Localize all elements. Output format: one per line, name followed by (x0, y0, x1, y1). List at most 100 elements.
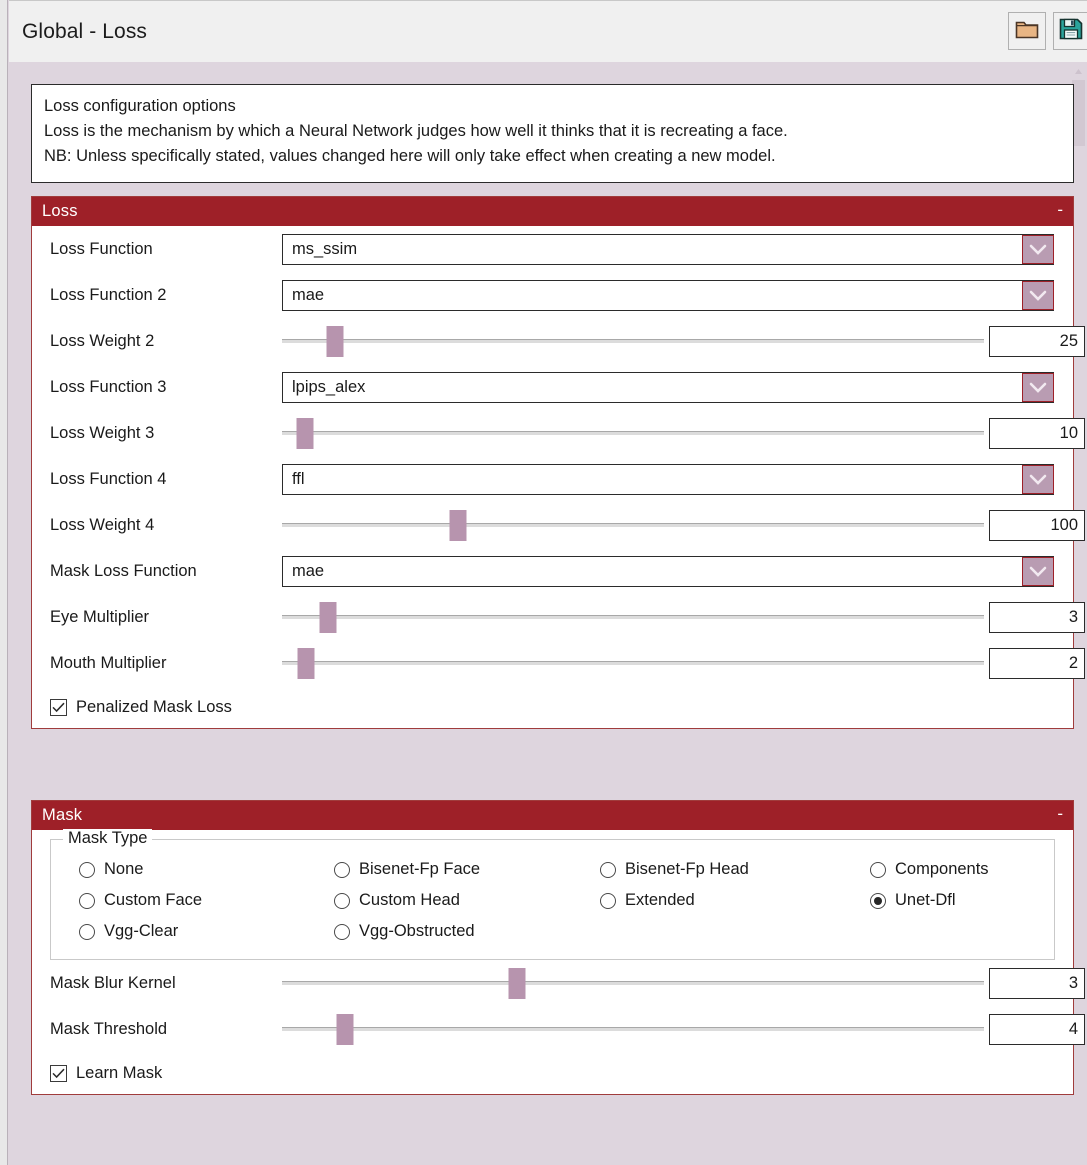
mask-group-title: Mask (42, 806, 83, 824)
window-left-rail (0, 0, 8, 1165)
checkbox-penalized-mask-loss[interactable] (50, 698, 67, 716)
control-row: Loss Weight 4 100 (32, 502, 1085, 548)
radio-none[interactable]: None (79, 854, 334, 885)
chevron-down-icon[interactable] (1022, 464, 1054, 494)
checkbox-row[interactable]: Learn Mask (32, 1052, 1073, 1094)
radio-unet-dfl[interactable]: Unet-Dfl (870, 885, 1054, 916)
dropdown-value: ffl (292, 469, 305, 488)
slider-thumb[interactable] (326, 326, 344, 357)
dropdown-loss-function-3[interactable]: lpips_alex (282, 371, 1054, 403)
radio-bisenet-fp-face[interactable]: Bisenet-Fp Face (334, 854, 600, 885)
radio-mark[interactable] (79, 892, 95, 909)
chevron-down-icon[interactable] (1022, 234, 1054, 264)
radio-mark[interactable] (334, 892, 350, 909)
radio-mark[interactable] (79, 923, 95, 940)
control-row: Mouth Multiplier 2 (32, 640, 1085, 686)
slider-thumb[interactable] (297, 648, 315, 679)
radio-vgg-clear[interactable]: Vgg-Clear (79, 916, 334, 947)
slider-thumb[interactable] (296, 418, 314, 449)
radio-label: Bisenet-Fp Face (359, 860, 481, 878)
dropdown-value: lpips_alex (292, 377, 366, 396)
radio-components[interactable]: Components (870, 854, 1054, 885)
dropdown-loss-function-2[interactable]: mae (282, 279, 1054, 311)
open-folder-button[interactable] (1008, 12, 1046, 50)
slider-track (282, 981, 984, 985)
radio-extended[interactable]: Extended (600, 885, 870, 916)
radio-mark[interactable] (334, 923, 350, 940)
control-row: Loss Function 2 mae (32, 272, 1073, 318)
slider-loss-weight-2[interactable] (282, 318, 984, 364)
chevron-down-icon[interactable] (1022, 372, 1054, 402)
save-button[interactable] (1053, 12, 1087, 50)
loss-collapse-toggle[interactable]: - (1057, 201, 1063, 219)
checkbox-label: Penalized Mask Loss (76, 697, 232, 716)
radio-custom-head[interactable]: Custom Head (334, 885, 600, 916)
slider-eye-multiplier[interactable] (282, 594, 984, 640)
dropdown-mask-loss-function[interactable]: mae (282, 555, 1054, 587)
chevron-down-icon[interactable] (1022, 280, 1054, 310)
mask-type-legend: Mask Type (63, 829, 153, 848)
slider-loss-weight-3[interactable] (282, 410, 984, 456)
checkbox-row[interactable]: Penalized Mask Loss (32, 686, 1073, 728)
info-line-2: Loss is the mechanism by which a Neural … (44, 122, 788, 140)
mask-group-header[interactable]: Mask - (32, 801, 1073, 830)
save-floppy-icon (1059, 18, 1083, 45)
value-input[interactable]: 3 (989, 967, 1085, 999)
window-frame: Global - Loss Loss configuration options… (0, 0, 1087, 1165)
mask-group-body: Mask Type None Bisenet-Fp Face Bisenet-Fp … (32, 829, 1085, 1094)
slider-loss-weight-4[interactable] (282, 502, 984, 548)
loss-group-header[interactable]: Loss - (32, 197, 1073, 226)
scroll-up-arrow-icon[interactable] (1072, 65, 1085, 78)
value-input[interactable]: 25 (989, 325, 1085, 357)
dropdown-loss-function[interactable]: ms_ssim (282, 233, 1054, 265)
value-input[interactable]: 2 (989, 647, 1085, 679)
control-label: Mouth Multiplier (50, 653, 167, 672)
value-input[interactable]: 100 (989, 509, 1085, 541)
slider-track (282, 339, 984, 343)
slider-track (282, 661, 984, 665)
dropdown-value: mae (292, 285, 325, 304)
radio-vgg-obstructed[interactable]: Vgg-Obstructed (334, 916, 600, 947)
control-label: Mask Blur Kernel (50, 973, 176, 992)
radio-mark[interactable] (600, 861, 616, 878)
radio-mark[interactable] (334, 861, 350, 878)
control-label: Loss Weight 2 (50, 331, 155, 350)
control-row: Loss Weight 3 10 (32, 410, 1085, 456)
slider-thumb[interactable] (319, 602, 337, 633)
titlebar: Global - Loss (9, 0, 1087, 62)
slider-mouth-multiplier[interactable] (282, 640, 984, 686)
chevron-down-icon[interactable] (1022, 556, 1054, 586)
radio-label: Custom Face (104, 891, 203, 909)
loss-group-title: Loss (42, 202, 78, 220)
control-row: Loss Function 4 ffl (32, 456, 1073, 502)
radio-label: Components (895, 860, 989, 878)
mask-type-radio-group: None Bisenet-Fp Face Bisenet-Fp Head Compon… (51, 854, 1054, 947)
dropdown-loss-function-4[interactable]: ffl (282, 463, 1054, 495)
slider-mask-threshold[interactable] (282, 1006, 984, 1052)
radio-label: None (104, 860, 144, 878)
control-label: Eye Multiplier (50, 607, 150, 626)
radio-mark[interactable] (870, 892, 886, 909)
radio-mark[interactable] (870, 861, 886, 878)
slider-thumb[interactable] (336, 1014, 354, 1045)
info-box: Loss configuration options Loss is the m… (31, 84, 1074, 183)
dropdown-value: mae (292, 561, 325, 580)
slider-thumb[interactable] (508, 968, 526, 999)
slider-track (282, 523, 984, 527)
value-input[interactable]: 10 (989, 417, 1085, 449)
radio-mark[interactable] (79, 861, 95, 878)
slider-thumb[interactable] (449, 510, 466, 541)
checkbox-learn-mask[interactable] (50, 1064, 67, 1082)
value-input[interactable]: 4 (989, 1013, 1085, 1045)
mask-collapse-toggle[interactable]: - (1057, 805, 1063, 823)
control-label: Mask Loss Function (50, 561, 197, 580)
radio-label: Extended (625, 891, 695, 909)
value-input[interactable]: 3 (989, 601, 1085, 633)
loss-group-body: Loss Function ms_ssim Loss Function 2 mae Lo… (32, 226, 1085, 728)
radio-custom-face[interactable]: Custom Face (79, 885, 334, 916)
radio-bisenet-fp-head[interactable]: Bisenet-Fp Head (600, 854, 870, 885)
control-label: Loss Weight 4 (50, 515, 155, 534)
radio-mark[interactable] (600, 892, 616, 909)
slider-mask-blur-kernel[interactable] (282, 960, 984, 1006)
mask-slider-rows: Mask Blur Kernel 3 Mask Threshold 4 Learn Ma… (32, 960, 1085, 1094)
